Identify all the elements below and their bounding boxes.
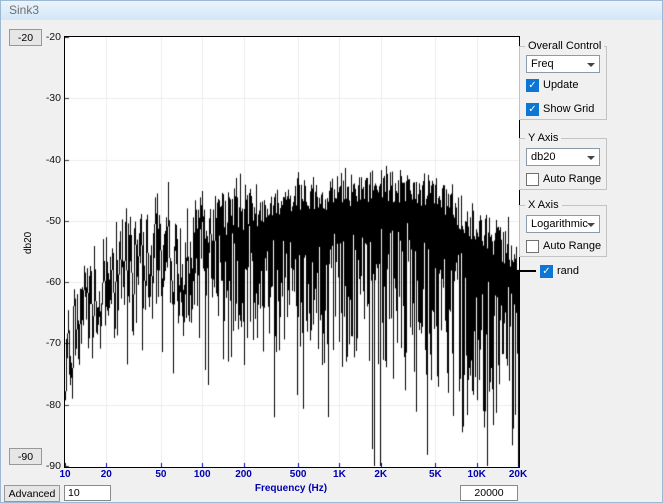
y-tick-label: -20 — [35, 31, 61, 43]
x-axis-title: Frequency (Hz) — [64, 483, 518, 494]
x-min-input[interactable] — [64, 485, 111, 501]
y-tick-label: -90 — [35, 460, 61, 472]
checkbox-icon — [526, 103, 539, 116]
chevron-down-icon — [587, 63, 595, 67]
x-max-input[interactable] — [460, 485, 518, 501]
update-checkbox[interactable]: Update — [526, 78, 578, 92]
x-tick-label: 10 — [59, 469, 70, 480]
series-label: rand — [557, 265, 579, 277]
y-tick-label: -30 — [35, 92, 61, 104]
x-tick-label: 5K — [429, 469, 442, 480]
sink3-window: Sink3 -20 -90 db20 -20-30-40-50-60-70-80… — [0, 0, 663, 503]
checkbox-icon — [526, 79, 539, 92]
overall-control-group-label: Overall Control — [525, 40, 604, 52]
chevron-down-icon — [587, 156, 595, 160]
legend: rand — [514, 264, 579, 278]
x-axis-group-label: X Axis — [525, 199, 562, 211]
y-auto-range-label: Auto Range — [543, 173, 601, 185]
series-rand-checkbox[interactable] — [540, 265, 553, 278]
y-auto-range-checkbox[interactable]: Auto Range — [526, 172, 601, 186]
y-axis-title: db20 — [23, 232, 34, 254]
checkbox-icon — [526, 240, 539, 253]
y-tick-label: -40 — [35, 154, 61, 166]
show-grid-checkbox[interactable]: Show Grid — [526, 102, 594, 116]
y-tick-label: -60 — [35, 276, 61, 288]
y-axis-group-label: Y Axis — [525, 132, 561, 144]
y-tick-label: -70 — [35, 337, 61, 349]
show-grid-checkbox-label: Show Grid — [543, 103, 594, 115]
x-auto-range-label: Auto Range — [543, 240, 601, 252]
checkbox-icon — [526, 173, 539, 186]
y-axis-dropdown[interactable]: db20 — [526, 148, 600, 166]
y-tick-label: -80 — [35, 399, 61, 411]
overall-control-dropdown[interactable]: Freq — [526, 55, 600, 73]
advanced-button[interactable]: Advanced — [4, 485, 60, 502]
chevron-down-icon — [587, 223, 595, 227]
spectrum-canvas — [65, 37, 519, 467]
x-tick-label: 10K — [468, 469, 486, 480]
x-tick-label: 1K — [333, 469, 346, 480]
x-tick-label: 20K — [509, 469, 527, 480]
x-tick-label: 20 — [101, 469, 112, 480]
x-tick-label: 100 — [194, 469, 211, 480]
series-line-sample — [514, 270, 536, 272]
overall-control-selected-value: Freq — [531, 58, 554, 70]
x-axis-selected-value: Logarithmic — [531, 218, 588, 230]
x-axis-dropdown[interactable]: Logarithmic — [526, 215, 600, 233]
y-axis-selected-value: db20 — [531, 151, 555, 163]
x-tick-label: 500 — [290, 469, 307, 480]
x-axis-group: X Axis Logarithmic Auto Range — [519, 205, 607, 257]
x-tick-label: 200 — [235, 469, 252, 480]
x-auto-range-checkbox[interactable]: Auto Range — [526, 239, 601, 253]
x-tick-label: 50 — [155, 469, 166, 480]
plot-area — [64, 36, 520, 468]
window-title: Sink3 — [9, 3, 39, 17]
y-axis-group: Y Axis db20 Auto Range — [519, 138, 607, 190]
update-checkbox-label: Update — [543, 79, 578, 91]
window-titlebar: Sink3 — [1, 1, 662, 20]
overall-control-group: Overall Control Freq Update Show Grid — [519, 46, 607, 120]
x-tick-label: 2K — [374, 469, 387, 480]
y-tick-label: -50 — [35, 215, 61, 227]
